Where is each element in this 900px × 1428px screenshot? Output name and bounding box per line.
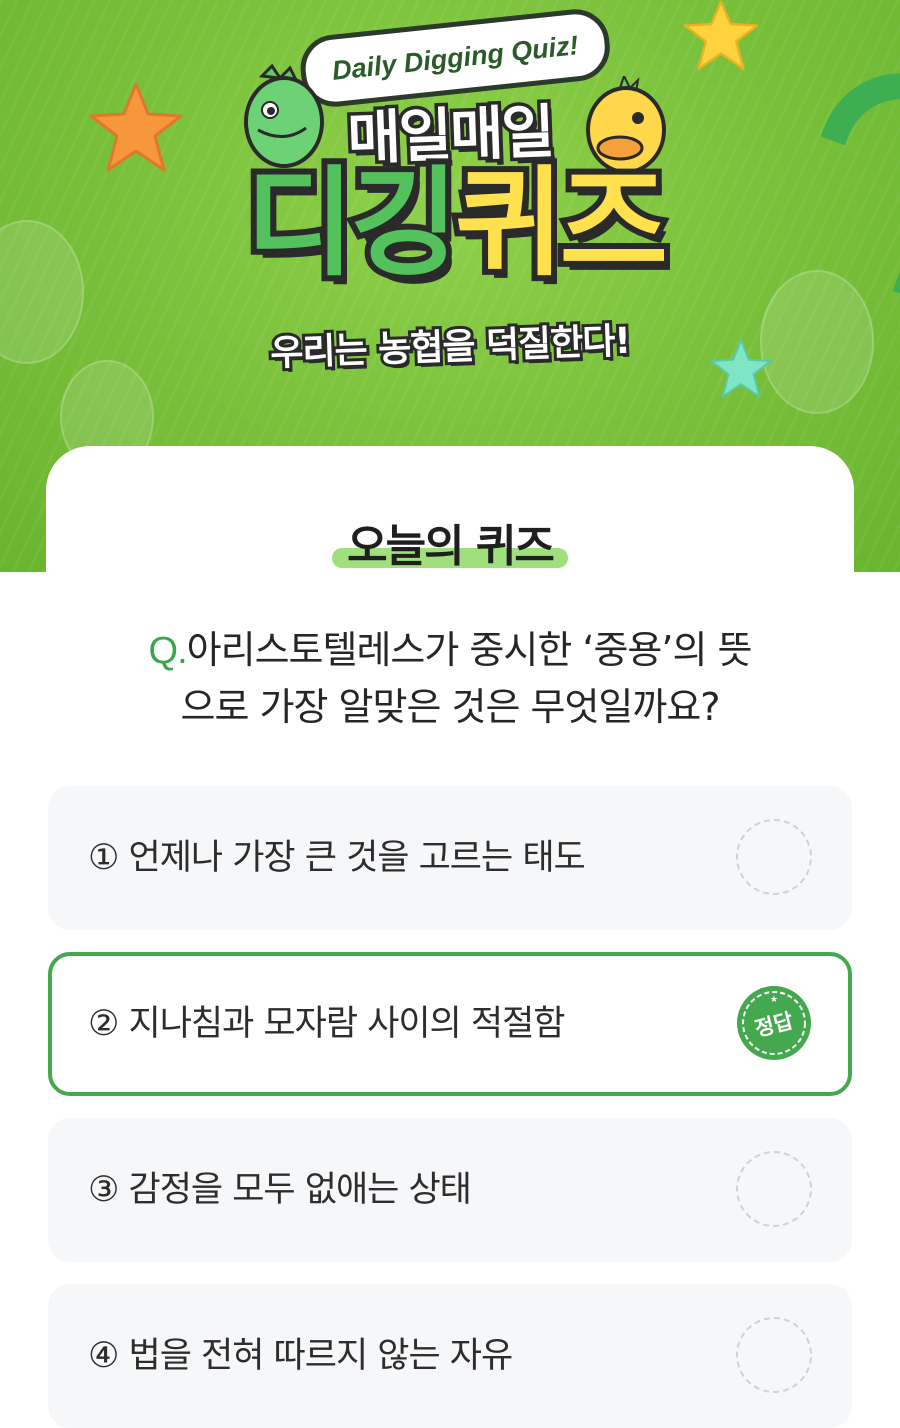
answer-option-label: ② 지나침과 모자람 사이의 적절함 <box>88 1004 565 1044</box>
banner-title-green: 디깅 <box>240 152 465 294</box>
banner-title-line2: 디깅퀴즈 <box>220 152 690 294</box>
answer-option-label: ③ 감정을 모두 없애는 상태 <box>88 1170 472 1210</box>
radio-circle-icon <box>736 1317 812 1393</box>
question-prefix: Q. <box>148 630 188 672</box>
answer-option-3[interactable]: ③ 감정을 모두 없애는 상태 <box>48 1118 852 1262</box>
correct-stamp-graphic: ★ 정답 <box>737 986 811 1060</box>
answer-option-label: ④ 법을 전혀 따르지 않는 자유 <box>88 1336 513 1376</box>
answer-option-2[interactable]: ② 지나침과 모자람 사이의 적절함 ★ 정답 <box>48 952 852 1096</box>
answer-option-label: ① 언제나 가장 큰 것을 고르는 태도 <box>88 838 586 878</box>
answer-option-1[interactable]: ① 언제나 가장 큰 것을 고르는 태도 <box>48 786 852 930</box>
section-title: 오늘의 퀴즈 <box>300 510 600 572</box>
section-title-text: 오늘의 퀴즈 <box>347 521 555 572</box>
question-text: Q.아리스토텔레스가 중시한 ‘중용’의 뜻 으로 가장 알맞은 것은 무엇일까… <box>60 622 840 735</box>
svg-text:★: ★ <box>770 995 778 1005</box>
star-orange-icon <box>89 82 183 172</box>
balloon-right <box>760 270 874 414</box>
radio-circle-icon <box>736 819 812 895</box>
star-yellow-icon <box>683 0 759 70</box>
correct-stamp-icon: ★ 정답 <box>736 985 812 1061</box>
star-teal-icon <box>710 338 772 398</box>
question-line1: 아리스토텔레스가 중시한 ‘중용’의 뜻 <box>186 628 753 672</box>
question-line2: 으로 가장 알맞은 것은 무엇일까요? <box>180 685 721 729</box>
banner-title-yellow: 퀴즈 <box>449 152 674 294</box>
answer-option-4[interactable]: ④ 법을 전혀 따르지 않는 자유 <box>48 1284 852 1428</box>
radio-circle-icon <box>736 1151 812 1227</box>
